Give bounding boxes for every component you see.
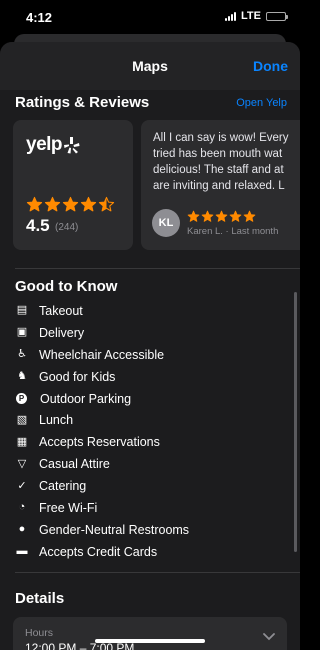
section-divider [15, 572, 300, 573]
hours-row[interactable]: Hours 12:00 PM – 7:00 PM [13, 617, 287, 650]
takeout-bag-icon: ▤ [16, 304, 28, 317]
rocking-horse-icon: ♞ [17, 370, 27, 383]
star-icon [98, 196, 115, 213]
amenity-label: Wheelchair Accessible [39, 347, 165, 362]
place-card-sheet: Maps Done Ratings & Reviews Open Yelp ye… [0, 42, 300, 650]
status-time: 4:12 [26, 10, 53, 25]
amenity-item: ▦ Accepts Reservations [15, 431, 189, 453]
scrollbar[interactable] [294, 292, 297, 552]
amenity-item: ♿ Wheelchair Accessible [15, 344, 189, 366]
done-button[interactable]: Done [253, 58, 288, 74]
amenity-label: Good for Kids [39, 369, 116, 384]
section-divider [15, 268, 300, 269]
amenity-label: Lunch [39, 413, 74, 428]
amenity-label: Accepts Reservations [39, 435, 160, 450]
amenities-list: ▤ Takeout ▣ Delivery ♿ Wheelchair Accessible ♞… [15, 300, 189, 563]
star-icon [26, 196, 43, 213]
status-bar: 4:12 LTE [0, 0, 300, 36]
takeout-box-icon: ▧ [16, 413, 28, 426]
calendar-icon: ▦ [16, 435, 28, 448]
yelp-logo-text: yelp [26, 134, 63, 155]
review-line: are inviting and relaxed. L [153, 180, 285, 192]
review-text: All I can say is wow! Every tried has be… [153, 130, 300, 194]
yelp-burst-icon [64, 137, 80, 154]
review-line: All I can say is wow! Every [153, 132, 289, 144]
amenity-label: Accepts Credit Cards [39, 544, 158, 559]
open-yelp-link[interactable]: Open Yelp [236, 97, 287, 109]
reviewer-avatar: KL [152, 209, 180, 237]
home-indicator [95, 639, 205, 643]
yelp-logo: yelp [26, 134, 80, 156]
status-indicators: LTE [225, 10, 288, 22]
checkmark-icon: ✓ [17, 479, 27, 492]
person-icon: ● [18, 523, 26, 536]
review-line: tried has been mouth wat [153, 148, 283, 160]
rating-score: 4.5 [26, 216, 50, 235]
hours-label: Hours [25, 627, 54, 639]
parking-icon: P [16, 393, 27, 404]
amenity-item: ▣ Delivery [15, 322, 189, 344]
yelp-rating-card[interactable]: yelp 4.5 (244) [13, 120, 133, 250]
amenity-label: Takeout [39, 303, 83, 318]
shirt-icon: ▽ [17, 457, 27, 470]
star-icon [62, 196, 79, 213]
amenity-item: ✓ Catering [15, 475, 189, 497]
amenity-item: ▤ Takeout [15, 300, 189, 322]
cellular-signal-icon [225, 11, 237, 21]
battery-icon [266, 11, 288, 21]
amenity-item: ▧ Lunch [15, 409, 189, 431]
chevron-down-icon[interactable] [263, 633, 275, 641]
nav-bar: Maps Done [0, 42, 300, 90]
review-line: delicious! The staff and at [153, 164, 284, 176]
network-type: LTE [241, 10, 261, 22]
wheelchair-icon: ♿ [17, 348, 27, 361]
wifi-icon: ◔ [18, 501, 26, 514]
amenity-item: ▽ Casual Attire [15, 453, 189, 475]
amenity-item: ◔ Free Wi-Fi [15, 497, 189, 519]
credit-card-icon: ▬ [16, 545, 28, 558]
amenity-item: ♞ Good for Kids [15, 366, 189, 388]
box-icon: ▣ [16, 326, 28, 339]
review-card[interactable]: All I can say is wow! Every tried has be… [141, 120, 300, 250]
rating-stars [26, 196, 115, 213]
star-icon [44, 196, 61, 213]
star-icon [80, 196, 97, 213]
amenity-label: Free Wi-Fi [39, 500, 98, 515]
amenity-label: Casual Attire [39, 457, 110, 472]
review-meta: Karen L. · Last month [187, 226, 279, 237]
details-heading: Details [15, 590, 65, 607]
amenity-item: P Outdoor Parking [15, 388, 189, 410]
amenity-item: ▬ Accepts Credit Cards [15, 541, 189, 563]
amenity-label: Outdoor Parking [40, 391, 132, 406]
amenity-item: ● Gender-Neutral Restrooms [15, 519, 189, 541]
amenity-label: Gender-Neutral Restrooms [39, 522, 190, 537]
ratings-reviews-heading: Ratings & Reviews [15, 94, 150, 111]
rating-count: (244) [55, 222, 79, 233]
good-to-know-heading: Good to Know [15, 278, 118, 295]
amenity-label: Catering [39, 479, 87, 494]
amenity-label: Delivery [39, 325, 85, 340]
